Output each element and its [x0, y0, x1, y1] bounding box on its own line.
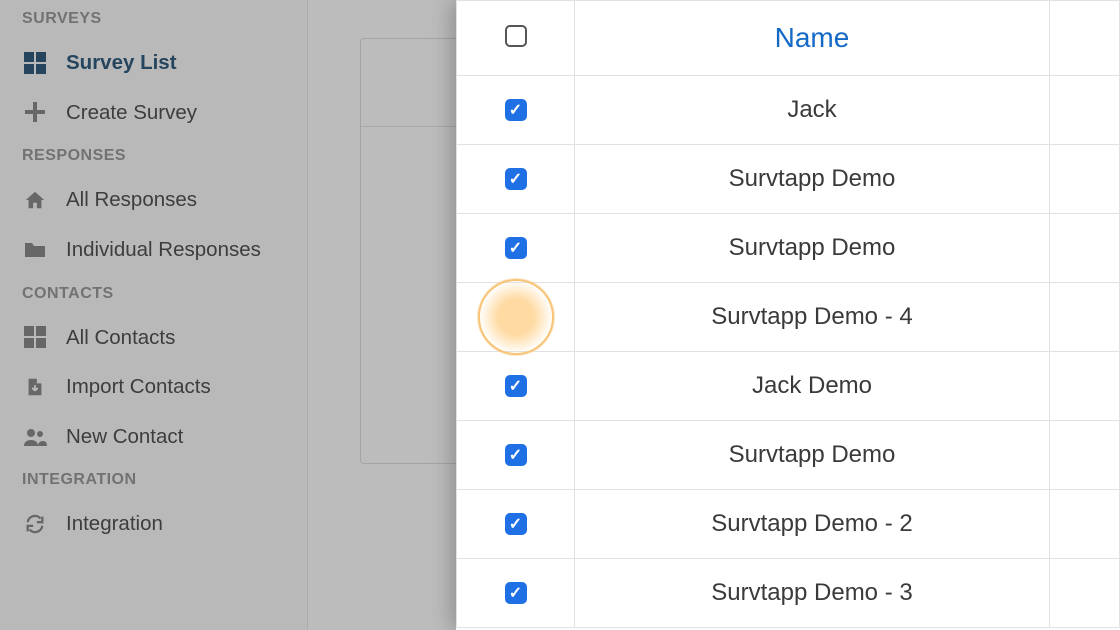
- row-check-cell: [457, 214, 575, 283]
- row-check-cell: [457, 559, 575, 628]
- row-name-cell: Survtapp Demo - 4: [575, 283, 1050, 352]
- row-name-cell: Survtapp Demo - 2: [575, 490, 1050, 559]
- table-row: Survtapp Demo - 2: [457, 490, 1120, 559]
- row-name-cell: Jack: [575, 76, 1050, 145]
- row-checkbox[interactable]: [505, 237, 527, 259]
- table-row: Survtapp Demo: [457, 145, 1120, 214]
- row-check-cell: [457, 76, 575, 145]
- row-name-cell: Jack Demo: [575, 352, 1050, 421]
- row-checkbox[interactable]: [505, 99, 527, 121]
- row-checkbox[interactable]: [505, 168, 527, 190]
- table-row: Survtapp Demo - 3: [457, 559, 1120, 628]
- row-checkbox[interactable]: [505, 582, 527, 604]
- row-extra-cell: [1050, 76, 1120, 145]
- select-all-checkbox[interactable]: [505, 25, 527, 47]
- row-check-cell: [457, 490, 575, 559]
- contact-picker-modal: Name JackSurvtapp DemoSurvtapp DemoSurvt…: [456, 0, 1120, 630]
- row-checkbox[interactable]: [505, 444, 527, 466]
- row-name-cell: Survtapp Demo: [575, 421, 1050, 490]
- row-extra-cell: [1050, 352, 1120, 421]
- row-checkbox[interactable]: [505, 375, 527, 397]
- table-row: Survtapp Demo: [457, 214, 1120, 283]
- row-check-cell: [457, 283, 575, 352]
- extra-column-header: [1050, 1, 1120, 76]
- select-all-header-cell: [457, 1, 575, 76]
- row-checkbox[interactable]: [505, 306, 527, 328]
- row-checkbox[interactable]: [505, 513, 527, 535]
- name-column-header[interactable]: Name: [575, 1, 1050, 76]
- table-row: Survtapp Demo: [457, 421, 1120, 490]
- table-row: Survtapp Demo - 4: [457, 283, 1120, 352]
- row-check-cell: [457, 352, 575, 421]
- contacts-table: Name JackSurvtapp DemoSurvtapp DemoSurvt…: [456, 0, 1120, 628]
- table-row: Jack Demo: [457, 352, 1120, 421]
- row-extra-cell: [1050, 145, 1120, 214]
- row-extra-cell: [1050, 559, 1120, 628]
- row-name-cell: Survtapp Demo: [575, 145, 1050, 214]
- row-name-cell: Survtapp Demo: [575, 214, 1050, 283]
- row-name-cell: Survtapp Demo - 3: [575, 559, 1050, 628]
- row-extra-cell: [1050, 421, 1120, 490]
- table-row: Jack: [457, 76, 1120, 145]
- row-extra-cell: [1050, 214, 1120, 283]
- row-check-cell: [457, 145, 575, 214]
- row-extra-cell: [1050, 490, 1120, 559]
- row-check-cell: [457, 421, 575, 490]
- row-extra-cell: [1050, 283, 1120, 352]
